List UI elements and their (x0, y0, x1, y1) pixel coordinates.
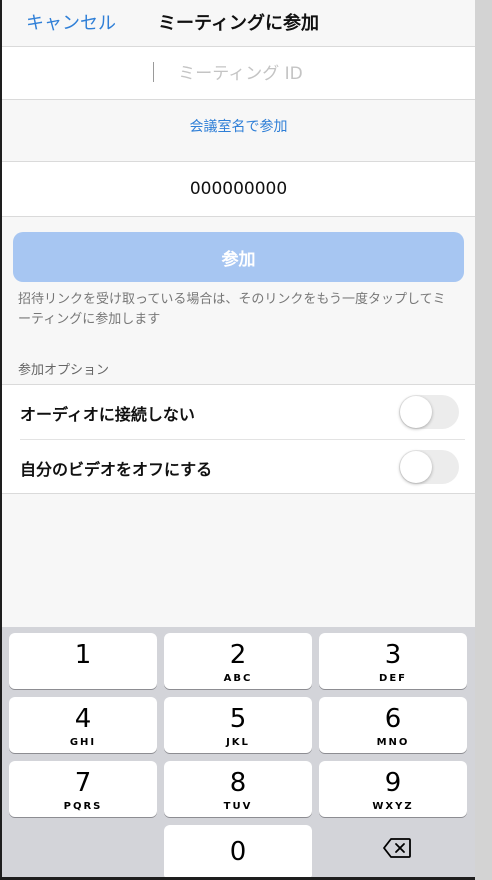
toggle-knob (400, 396, 432, 428)
key-digit: 5 (229, 704, 247, 734)
key-letters: JKL (226, 737, 250, 748)
video-off-toggle[interactable] (399, 450, 459, 484)
join-options-section-title: 参加オプション (18, 363, 110, 378)
option-video-off-label: 自分のビデオをオフにする (20, 460, 213, 479)
numeric-keypad: 1 2 ABC 3 DEF 4 GHI 5 JKL 6 MNO 7 PQRS 8 (2, 627, 475, 877)
join-by-room-name-link[interactable]: 会議室名で参加 (2, 116, 475, 136)
key-letters: DEF (379, 673, 407, 684)
key-4[interactable]: 4 GHI (9, 697, 157, 753)
key-digit: 6 (384, 704, 402, 734)
key-letters: ABC (223, 673, 253, 684)
option-no-audio: オーディオに接続しない (2, 385, 475, 439)
key-9[interactable]: 9 WXYZ (319, 761, 467, 817)
key-7[interactable]: 7 PQRS (9, 761, 157, 817)
nav-header: キャンセル ミーティングに参加 (2, 0, 475, 46)
meeting-id-input[interactable] (2, 47, 475, 101)
key-digit: 3 (384, 640, 402, 670)
no-audio-toggle[interactable] (399, 395, 459, 429)
key-digit: 2 (229, 640, 247, 670)
key-6[interactable]: 6 MNO (319, 697, 467, 753)
key-1[interactable]: 1 (9, 633, 157, 689)
personal-meeting-id: 000000000 (189, 179, 288, 199)
key-digit: 7 (74, 768, 92, 798)
toggle-knob (400, 451, 432, 483)
key-2[interactable]: 2 ABC (164, 633, 312, 689)
key-digit: 1 (74, 640, 92, 670)
key-3[interactable]: 3 DEF (319, 633, 467, 689)
backspace-key[interactable] (319, 825, 467, 877)
key-letters: PQRS (63, 801, 103, 812)
join-button[interactable]: 参加 (13, 232, 464, 282)
option-video-off: 自分のビデオをオフにする (2, 440, 475, 494)
key-letters: GHI (69, 737, 97, 748)
backspace-icon (383, 838, 411, 858)
meeting-id-row (2, 46, 475, 101)
page-title: ミーティングに参加 (158, 13, 319, 34)
key-8[interactable]: 8 TUV (164, 761, 312, 817)
key-letters: MNO (376, 737, 410, 748)
invite-link-hint: 招待リンクを受け取っている場合は、そのリンクをもう一度タップしてミーティングに参… (18, 292, 446, 327)
window-edge (475, 0, 492, 880)
key-0[interactable]: 0 (164, 825, 312, 877)
key-digit: 9 (384, 768, 402, 798)
key-5[interactable]: 5 JKL (164, 697, 312, 753)
join-meeting-screen: キャンセル ミーティングに参加 会議室名で参加 000000000 参加 招待リ… (2, 0, 475, 877)
key-letters: TUV (223, 801, 253, 812)
key-digit: 0 (229, 837, 247, 867)
key-letters: WXYZ (372, 801, 414, 812)
key-digit: 8 (229, 768, 247, 798)
text-caret (153, 62, 154, 82)
key-digit: 4 (74, 704, 92, 734)
join-options-list: オーディオに接続しない 自分のビデオをオフにする (2, 384, 475, 494)
personal-meeting-id-row[interactable]: 000000000 (2, 161, 475, 217)
option-no-audio-label: オーディオに接続しない (20, 405, 195, 424)
